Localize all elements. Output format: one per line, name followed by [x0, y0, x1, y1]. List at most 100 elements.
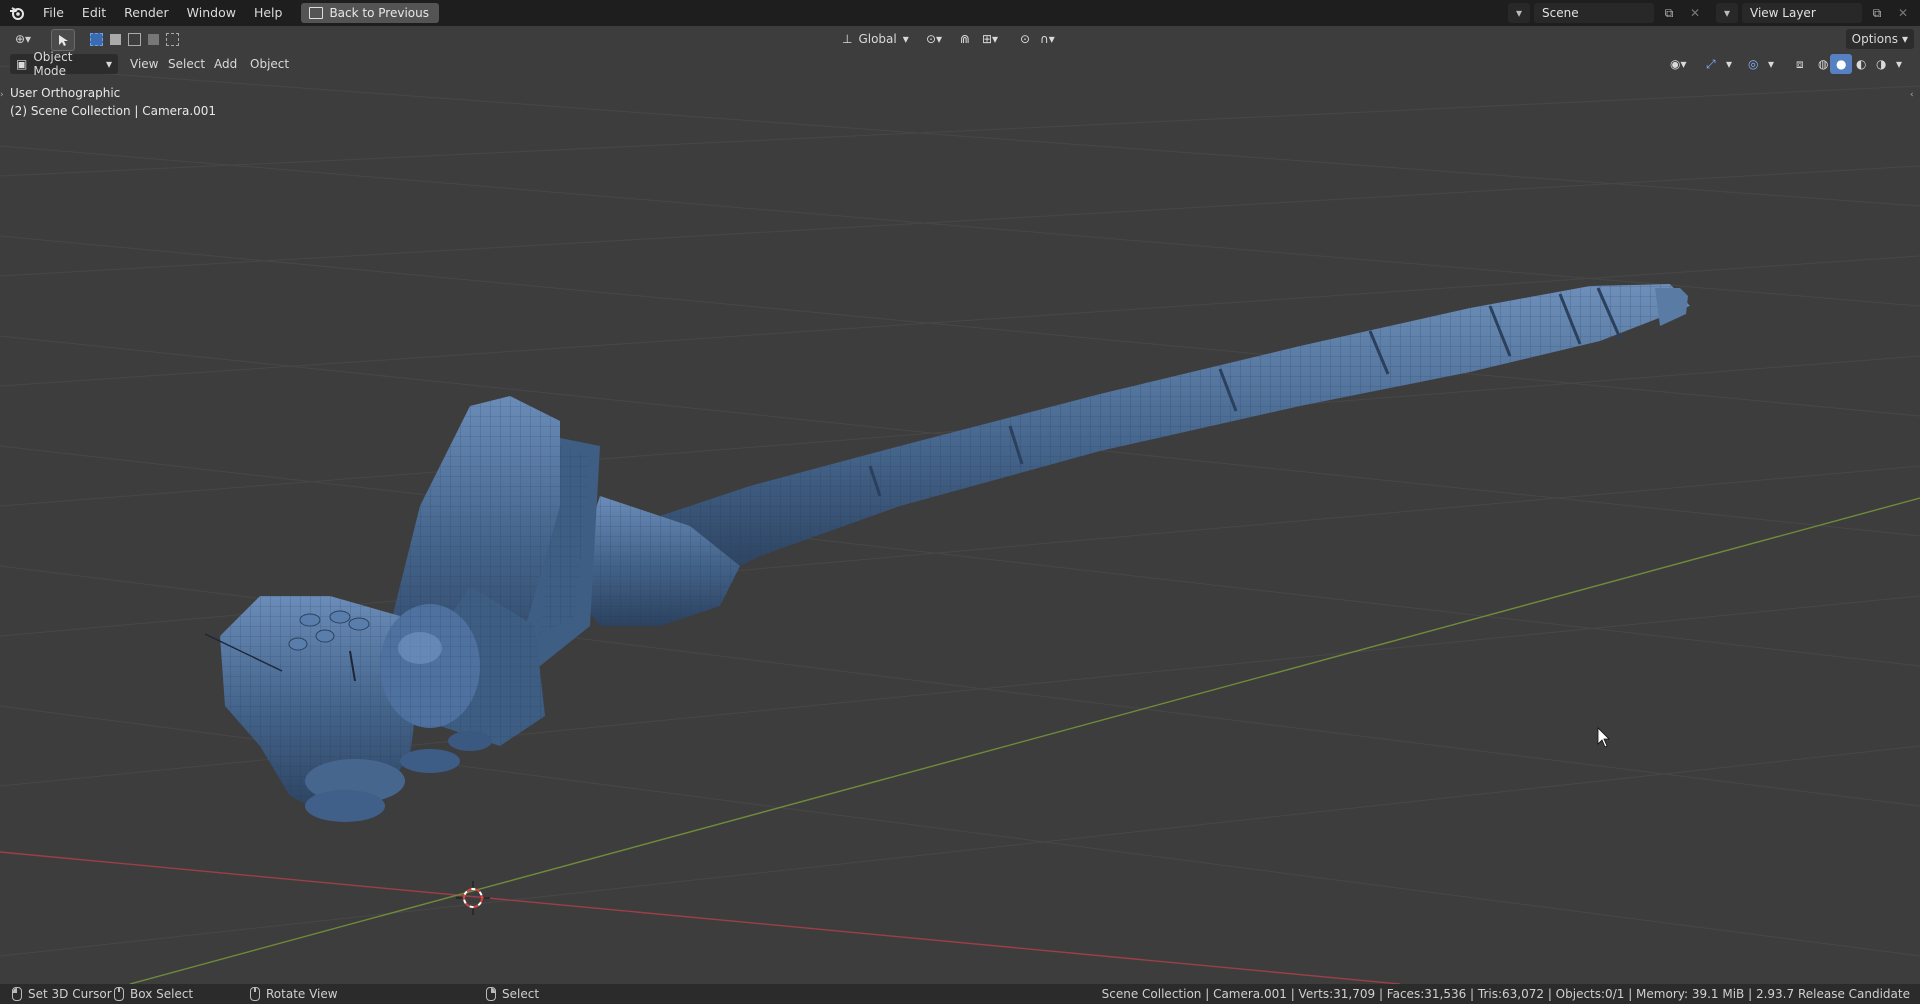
- select-tool-button[interactable]: [51, 29, 75, 51]
- magnet-icon: ⋒: [960, 32, 971, 46]
- status-bar: Set 3D Cursor Box Select Rotate View Sel…: [0, 984, 1920, 1004]
- options-dropdown[interactable]: Options ▾: [1845, 29, 1914, 49]
- toolbar-expand-icon[interactable]: ›: [0, 90, 6, 104]
- overlays-dropdown[interactable]: ▾: [1762, 54, 1780, 74]
- object-mode-label: Object Mode: [33, 50, 73, 78]
- editor-type-button[interactable]: ⊕▾: [8, 29, 38, 49]
- set-cursor-hint: Set 3D Cursor: [28, 987, 112, 1001]
- box-select-hint: Box Select: [130, 987, 194, 1001]
- hammer-mesh: [204, 284, 1690, 822]
- mode-subtract-icon[interactable]: [126, 29, 142, 49]
- view-layer-selector-icon[interactable]: ▾: [1716, 3, 1738, 23]
- status-select: Select: [486, 987, 539, 1001]
- mode-new-icon[interactable]: [88, 29, 104, 49]
- pivot-point-dropdown[interactable]: ⊙▾: [920, 29, 948, 49]
- chevron-down-icon: ▾: [1901, 32, 1908, 46]
- delete-scene-icon[interactable]: ✕: [1684, 3, 1706, 23]
- status-set-cursor: Set 3D Cursor: [12, 987, 112, 1001]
- gizmo-toggle[interactable]: ⤢: [1700, 54, 1722, 74]
- blender-logo-icon[interactable]: [0, 0, 34, 26]
- menu-header-row: ▣ Object Mode ▾ View Select Add Object ◉…: [0, 50, 1920, 78]
- rendered-sphere-icon: ◑: [1876, 57, 1887, 71]
- tool-header-row: ⊕▾ ⊥ Global ▾ ⊙▾ ⋒ ⊞▾ ⊙ ∩▾ Options ▾: [0, 29, 1920, 51]
- scene-name: Scene: [1542, 6, 1579, 20]
- rotate-view-hint: Rotate View: [266, 987, 338, 1001]
- material-sphere-icon: ◐: [1856, 57, 1867, 71]
- shading-dropdown[interactable]: ▾: [1890, 54, 1908, 74]
- solid-sphere-icon: ●: [1836, 57, 1847, 71]
- xray-toggle[interactable]: ⧈: [1790, 54, 1810, 74]
- viewport-scene: [0, 65, 1920, 984]
- orientation-value: Global: [858, 32, 897, 46]
- menu-help[interactable]: Help: [245, 0, 292, 26]
- select-arrow-icon: [59, 35, 68, 46]
- select-hint: Select: [502, 987, 540, 1001]
- mouse-left-icon: [12, 987, 22, 1001]
- new-view-layer-icon[interactable]: ⧉: [1866, 3, 1888, 23]
- new-scene-icon[interactable]: ⧉: [1658, 3, 1680, 23]
- chevron-down-icon: ▾: [1896, 57, 1903, 71]
- mode-extend-icon[interactable]: [107, 29, 123, 49]
- visibility-dropdown[interactable]: ◉▾: [1664, 54, 1693, 74]
- viewport-menu-add[interactable]: Add: [208, 54, 243, 74]
- chevron-down-icon: ▾: [105, 57, 112, 71]
- view-name-label: User Orthographic: [10, 86, 121, 100]
- menu-render[interactable]: Render: [115, 0, 178, 26]
- mode-invert-icon[interactable]: [145, 29, 161, 49]
- menu-file[interactable]: File: [34, 0, 73, 26]
- overlays-icon: ◎: [1748, 57, 1759, 71]
- view-layer-name: View Layer: [1750, 6, 1816, 20]
- status-rotate-view: Rotate View: [250, 987, 338, 1001]
- falloff-curve-icon: ∩▾: [1040, 32, 1055, 46]
- mouse-right-icon: [486, 987, 496, 1001]
- scene-field[interactable]: Scene: [1534, 3, 1654, 23]
- chevron-down-icon: ▾: [902, 32, 909, 46]
- viewport-menu-view[interactable]: View: [124, 54, 164, 74]
- view-layer-field[interactable]: View Layer: [1742, 3, 1862, 23]
- scene-controls: ▾ Scene ⧉ ✕ ▾ View Layer ⧉ ✕: [1508, 3, 1914, 23]
- viewport-menu-object[interactable]: Object: [244, 54, 295, 74]
- object-mode-icon: ▣: [16, 57, 28, 71]
- status-box-select: Box Select: [114, 987, 193, 1001]
- menu-edit[interactable]: Edit: [73, 0, 115, 26]
- proportional-icon: ⊙: [1020, 32, 1031, 46]
- snap-target-dropdown[interactable]: ⊞▾: [976, 29, 1004, 49]
- falloff-dropdown[interactable]: ∩▾: [1034, 29, 1061, 49]
- collection-info-label: (2) Scene Collection | Camera.001: [10, 104, 217, 118]
- mouse-middle-icon: [250, 987, 260, 1001]
- editor-type-icon: ⊕▾: [14, 32, 32, 46]
- back-to-previous-label: Back to Previous: [329, 6, 429, 20]
- scene-selector-icon[interactable]: ▾: [1508, 3, 1530, 23]
- floor-grid: [0, 65, 1920, 957]
- viewport-menu-select[interactable]: Select: [162, 54, 211, 74]
- xray-icon: ⧈: [1796, 56, 1804, 71]
- menu-window[interactable]: Window: [178, 0, 245, 26]
- orientation-icon: ⊥: [842, 32, 853, 46]
- pivot-icon: ⊙▾: [926, 32, 943, 46]
- wireframe-sphere-icon: ◍: [1818, 57, 1829, 71]
- back-to-previous-button[interactable]: Back to Previous: [301, 3, 439, 23]
- options-label: Options: [1851, 32, 1898, 46]
- eye-icon: ◉▾: [1670, 57, 1687, 71]
- chevron-down-icon: ▾: [1726, 57, 1733, 71]
- x-axis-line: [0, 851, 1401, 984]
- gizmo-dropdown[interactable]: ▾: [1720, 54, 1738, 74]
- top-bar: File Edit Render Window Help Back to Pre…: [0, 0, 1920, 26]
- screen-icon: [309, 7, 324, 19]
- scene-statistics: Scene Collection | Camera.001 | Verts:31…: [1101, 987, 1910, 1001]
- mouse-drag-icon: [114, 987, 124, 1001]
- delete-view-layer-icon[interactable]: ✕: [1892, 3, 1914, 23]
- snap-increment-icon: ⊞▾: [982, 32, 999, 46]
- chevron-down-icon: ▾: [1768, 57, 1775, 71]
- transform-orientation-dropdown[interactable]: ⊥ Global ▾: [836, 29, 915, 49]
- mouse-pointer-icon: [1597, 727, 1610, 748]
- sidebar-expand-icon[interactable]: ‹: [1910, 90, 1918, 104]
- object-mode-dropdown[interactable]: ▣ Object Mode ▾: [10, 50, 118, 78]
- viewport-header: ⊕▾ ⊥ Global ▾ ⊙▾ ⋒ ⊞▾ ⊙ ∩▾ Options ▾ ▣ O…: [0, 26, 1920, 78]
- mode-intersect-icon[interactable]: [164, 29, 180, 49]
- 3d-viewport[interactable]: ⊕▾ ⊥ Global ▾ ⊙▾ ⋒ ⊞▾ ⊙ ∩▾ Options ▾ ▣ O…: [0, 26, 1920, 984]
- gizmo-icon: ⤢: [1706, 56, 1716, 71]
- snap-toggle[interactable]: ⋒: [954, 29, 976, 49]
- proportional-editing-toggle[interactable]: ⊙: [1014, 29, 1036, 49]
- 3d-cursor-icon: [456, 881, 490, 915]
